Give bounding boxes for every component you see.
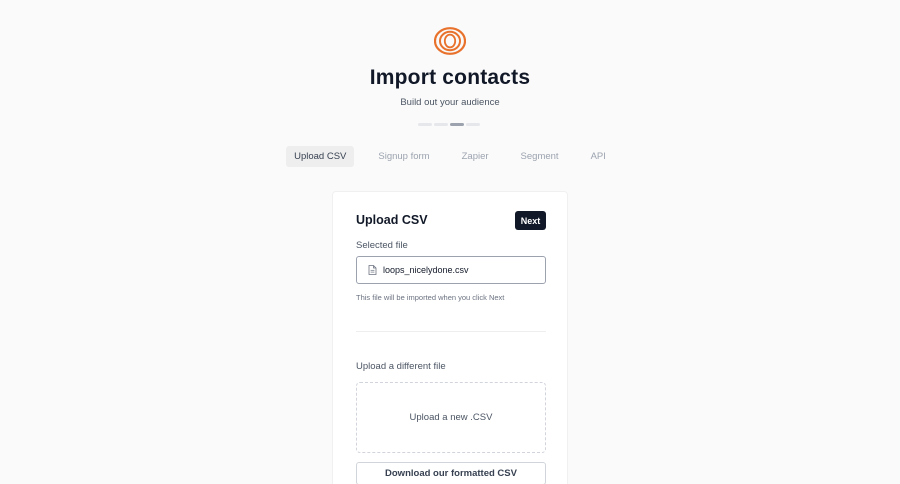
document-icon (368, 265, 377, 275)
next-button[interactable]: Next (515, 211, 546, 230)
csv-dropzone[interactable]: Upload a new .CSV (356, 382, 546, 453)
upload-different-label: Upload a different file (356, 361, 446, 372)
selected-file-name: loops_nicelydone.csv (383, 265, 469, 275)
progress-step-3 (450, 123, 464, 126)
progress-step-4 (466, 123, 480, 126)
tab-upload-csv[interactable]: Upload CSV (286, 146, 355, 167)
tab-api[interactable]: API (583, 146, 614, 167)
progress-steps (418, 123, 480, 126)
import-hint: This file will be imported when you clic… (356, 293, 505, 302)
progress-step-1 (418, 123, 432, 126)
loops-logo-icon (434, 27, 466, 55)
divider (356, 331, 546, 332)
selected-file-field[interactable]: loops_nicelydone.csv (356, 256, 546, 284)
progress-step-2 (434, 123, 448, 126)
dropzone-label: Upload a new .CSV (409, 412, 493, 423)
import-method-tabs: Upload CSV Signup form Zapier Segment AP… (0, 146, 900, 167)
upload-csv-card: Upload CSV Next Selected file loops_nice… (332, 191, 568, 484)
page-title: Import contacts (369, 66, 531, 89)
tab-segment[interactable]: Segment (513, 146, 567, 167)
tab-zapier[interactable]: Zapier (454, 146, 497, 167)
tab-signup-form[interactable]: Signup form (370, 146, 437, 167)
selected-file-label: Selected file (356, 240, 408, 251)
page-subtitle: Build out your audience (400, 97, 500, 108)
download-formatted-csv-button[interactable]: Download our formatted CSV (356, 462, 546, 484)
card-title: Upload CSV (356, 213, 428, 227)
